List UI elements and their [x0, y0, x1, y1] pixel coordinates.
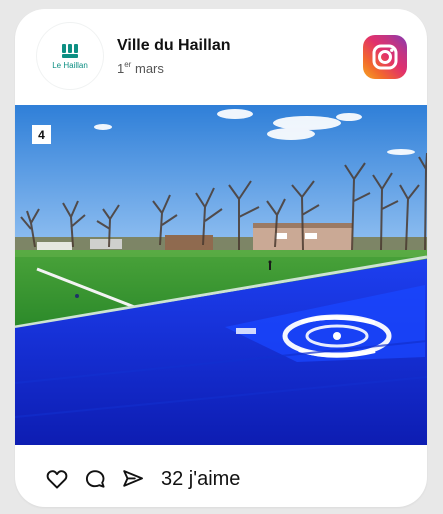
- paper-plane-icon[interactable]: [119, 465, 147, 493]
- post-date-ordinal: er: [124, 60, 132, 69]
- instagram-icon[interactable]: [363, 35, 407, 79]
- photo-index-badge: 4: [32, 125, 51, 144]
- account-name[interactable]: Ville du Haillan: [117, 37, 231, 55]
- city-logo-icon: [61, 44, 79, 58]
- logo-label: Le Haillan: [52, 61, 88, 70]
- social-post-card: Le Haillan Ville du Haillan 1er mars 4 3…: [15, 9, 427, 507]
- account-avatar[interactable]: Le Haillan: [37, 23, 103, 89]
- heart-icon[interactable]: [43, 465, 71, 493]
- post-footer: 32 j'aime: [15, 445, 427, 507]
- like-count[interactable]: 32 j'aime: [161, 469, 240, 489]
- post-actions: 32 j'aime: [43, 465, 240, 493]
- post-header: Le Haillan Ville du Haillan 1er mars: [15, 9, 427, 105]
- post-date-month: mars: [134, 61, 164, 76]
- post-photo[interactable]: [15, 105, 427, 445]
- post-frame: Le Haillan Ville du Haillan 1er mars 4 3…: [0, 0, 443, 514]
- post-date: 1er mars: [117, 60, 164, 76]
- comment-bubble-icon[interactable]: [81, 465, 109, 493]
